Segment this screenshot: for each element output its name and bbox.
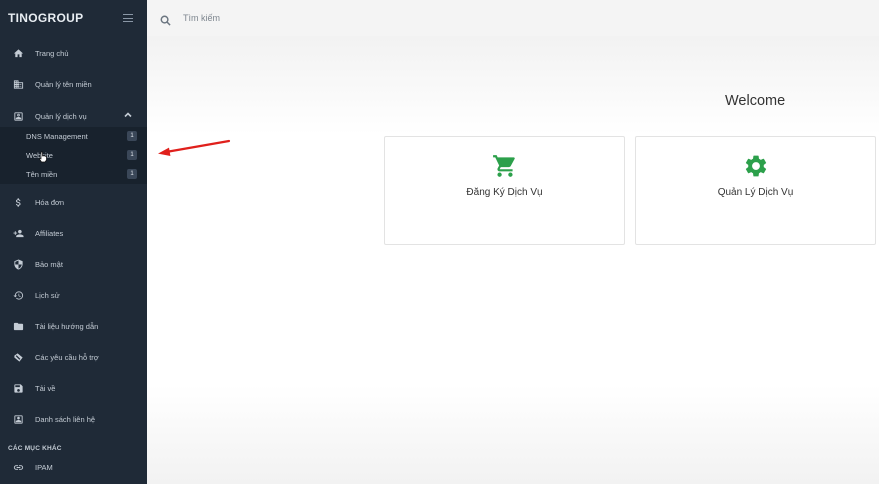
sidebar-item-invoices[interactable]: Hóa đơn <box>0 190 147 214</box>
sidebar-item-downloads[interactable]: Tải về <box>0 376 147 400</box>
contact-icon <box>12 413 24 425</box>
card-label: Đăng Ký Dịch Vụ <box>466 187 543 198</box>
count-badge: 1 <box>127 150 137 160</box>
folder-icon <box>12 320 24 332</box>
ticket-icon <box>12 351 24 363</box>
annotation-arrow-icon <box>158 139 231 156</box>
submenu-item-label: Tên miền <box>26 169 58 179</box>
sidebar-item-label: Bảo mật <box>35 259 63 269</box>
link-icon <box>12 461 24 473</box>
history-icon <box>12 289 24 301</box>
sidebar-item-label: Quản lý dịch vụ <box>35 111 87 121</box>
sidebar-item-security[interactable]: Bảo mật <box>0 252 147 276</box>
gear-icon <box>743 153 769 179</box>
sidebar-item-label: Lịch sử <box>35 290 60 300</box>
users-add-icon <box>12 227 24 239</box>
submenu-item-domain[interactable]: Tên miền 1 <box>0 165 147 183</box>
domain-icon <box>12 78 24 90</box>
save-icon <box>12 382 24 394</box>
sidebar-item-services[interactable]: Quản lý dịch vụ <box>0 104 147 128</box>
service-icon <box>12 110 24 122</box>
sidebar: TINOGROUP Trang chủ Quản lý tên miền Quả… <box>0 0 147 484</box>
section-label-other: CÁC MỤC KHÁC <box>8 445 62 452</box>
topbar <box>147 0 879 36</box>
register-service-card[interactable]: Đăng Ký Dịch Vụ <box>384 136 625 245</box>
sidebar-item-affiliates[interactable]: Affiliates <box>0 221 147 245</box>
sidebar-item-history[interactable]: Lịch sử <box>0 283 147 307</box>
count-badge: 1 <box>127 131 137 141</box>
sidebar-item-label: Danh sách liên hệ <box>35 414 96 424</box>
hand-cursor-icon <box>39 151 47 163</box>
sidebar-item-label: Affiliates <box>35 228 64 238</box>
submenu-item-dns[interactable]: DNS Management 1 <box>0 127 147 145</box>
sidebar-item-label: Quản lý tên miền <box>35 79 92 89</box>
sidebar-item-docs[interactable]: Tài liệu hướng dẫn <box>0 314 147 338</box>
sidebar-item-label: Tài liệu hướng dẫn <box>35 321 99 331</box>
count-badge: 1 <box>127 169 137 179</box>
manage-service-card[interactable]: Quản Lý Dịch Vụ <box>635 136 876 245</box>
sidebar-item-support[interactable]: Các yêu cầu hỗ trợ <box>0 345 147 369</box>
sidebar-item-label: Các yêu cầu hỗ trợ <box>35 352 99 362</box>
sidebar-item-label: Trang chủ <box>35 48 69 58</box>
menu-toggle-icon[interactable] <box>123 14 133 22</box>
cart-icon <box>492 153 518 179</box>
sidebar-item-label: IPAM <box>35 462 53 472</box>
logo[interactable]: TINOGROUP <box>8 11 83 25</box>
brand-bar: TINOGROUP <box>0 0 147 36</box>
dollar-icon <box>12 196 24 208</box>
welcome-heading: Welcome <box>725 93 786 109</box>
card-label: Quản Lý Dịch Vụ <box>717 187 794 198</box>
sidebar-item-ipam[interactable]: IPAM <box>0 455 147 479</box>
sidebar-item-home[interactable]: Trang chủ <box>0 41 147 65</box>
search-icon[interactable] <box>160 13 171 26</box>
sidebar-item-label: Tải về <box>35 383 56 393</box>
sidebar-item-contacts[interactable]: Danh sách liên hệ <box>0 407 147 431</box>
sidebar-item-domains[interactable]: Quản lý tên miền <box>0 72 147 96</box>
home-icon <box>12 47 24 59</box>
sidebar-item-label: Hóa đơn <box>35 197 65 207</box>
chevron-up-icon[interactable] <box>123 110 133 120</box>
search-input[interactable] <box>183 13 383 23</box>
services-submenu: DNS Management 1 Website 1 Tên miền 1 <box>0 127 147 184</box>
main-content: Welcome Đăng Ký Dịch Vụ Quản Lý Dịch Vụ <box>147 36 879 484</box>
submenu-item-website[interactable]: Website 1 <box>0 146 147 164</box>
shield-icon <box>12 258 24 270</box>
submenu-item-label: DNS Management <box>26 131 88 141</box>
